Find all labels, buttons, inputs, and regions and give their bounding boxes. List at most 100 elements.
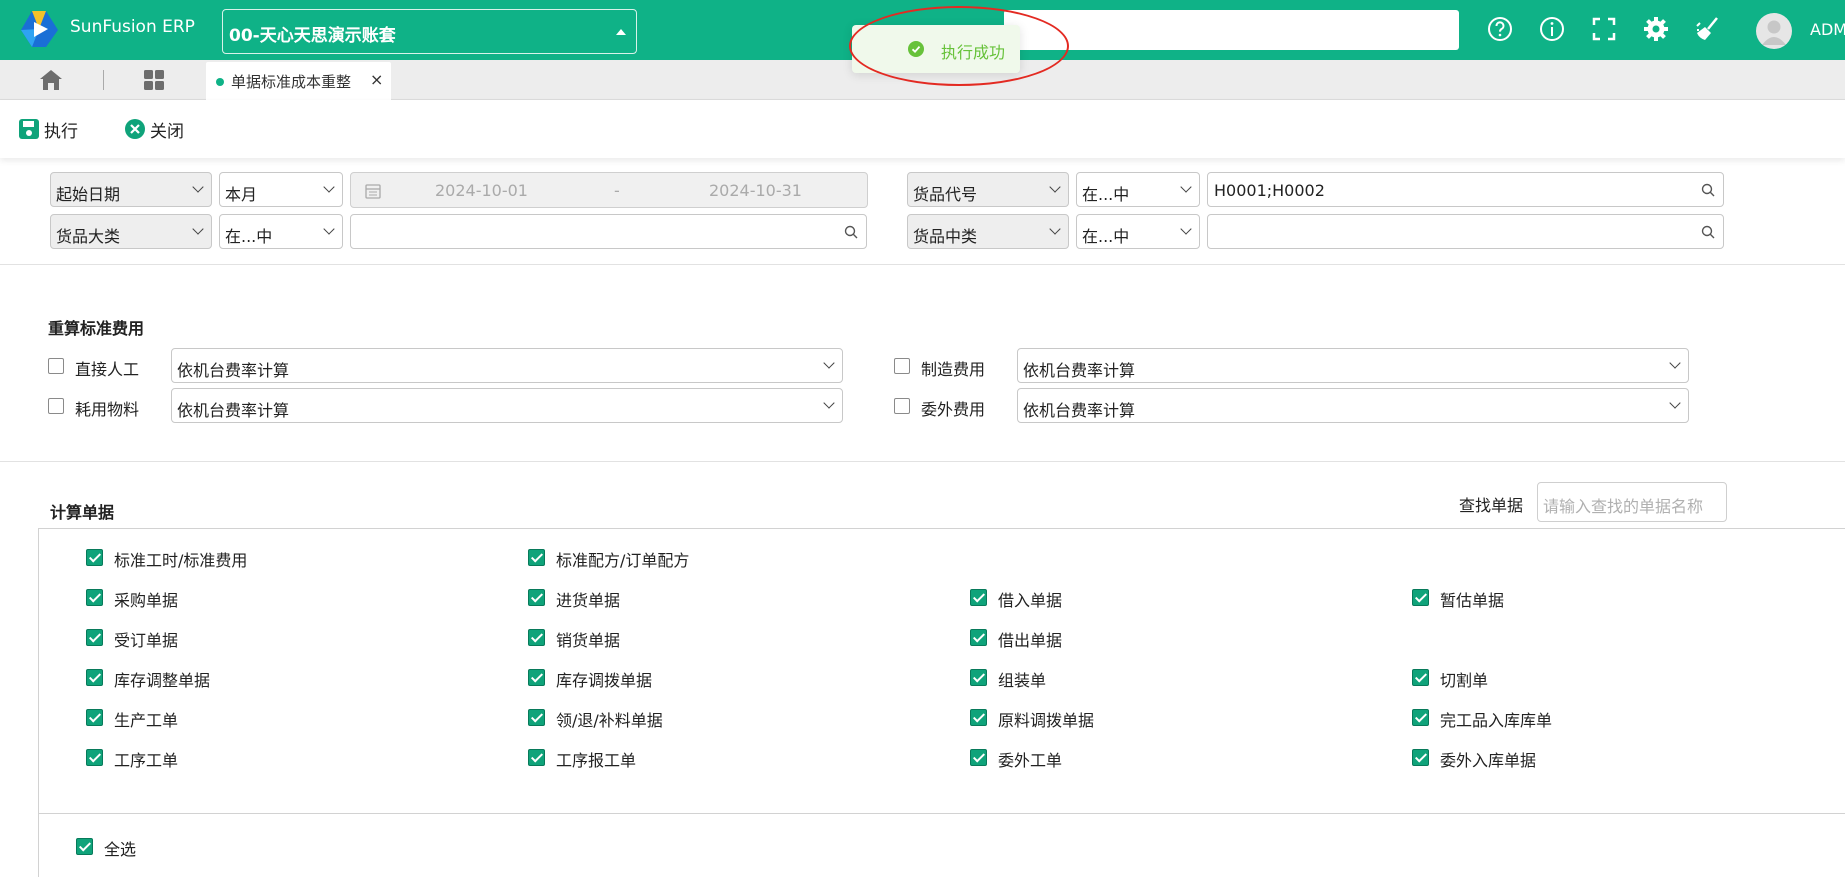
fullscreen-icon[interactable] — [1589, 14, 1619, 44]
close-tab-icon[interactable]: × — [370, 70, 383, 89]
field-select-product-category[interactable]: 货品大类 — [50, 214, 212, 249]
doc-label: 采购单据 — [114, 591, 179, 610]
checkbox-outsourcing-cost[interactable] — [894, 398, 910, 414]
checkbox-doc[interactable] — [528, 549, 545, 566]
settings-icon[interactable] — [1641, 14, 1671, 44]
find-documents-label: 查找单据 — [1459, 496, 1524, 515]
doc-label: 标准工时/标准费用 — [114, 551, 248, 570]
search-icon[interactable] — [1701, 225, 1715, 239]
method-select-value: 依机台费率计算 — [177, 361, 290, 380]
chevron-down-icon — [1049, 181, 1061, 193]
product-subcategory-input[interactable] — [1207, 214, 1724, 249]
chevron-down-icon — [323, 223, 335, 235]
field-select-product-subcategory[interactable]: 货品中类 — [907, 214, 1069, 249]
checkbox-doc[interactable] — [970, 669, 987, 686]
checkbox-consumables[interactable] — [48, 398, 64, 414]
checkbox-doc[interactable] — [528, 749, 545, 766]
product-category-input[interactable] — [350, 214, 867, 249]
close-circle-icon — [125, 119, 145, 139]
field-select-product-code[interactable]: 货品代号 — [907, 172, 1069, 207]
operator-select-value: 本月 — [225, 185, 258, 204]
account-selector[interactable]: 00-天心天思演示账套 — [222, 9, 637, 54]
outsourcing-cost-method-select[interactable]: 依机台费率计算 — [1017, 388, 1689, 423]
execute-button[interactable]: 执行 — [18, 117, 88, 142]
checkbox-doc[interactable] — [86, 749, 103, 766]
date-range-picker[interactable]: 2024-10-01 - 2024-10-31 — [350, 172, 868, 208]
checkbox-doc[interactable] — [970, 589, 987, 606]
close-label: 关闭 — [150, 122, 184, 142]
checkbox-doc[interactable] — [1412, 749, 1429, 766]
doc-label: 领/退/补料单据 — [556, 711, 663, 730]
checkbox-doc[interactable] — [1412, 589, 1429, 606]
calendar-icon — [365, 184, 381, 199]
method-select-value: 依机台费率计算 — [177, 401, 290, 420]
checkbox-doc[interactable] — [970, 709, 987, 726]
search-icon[interactable] — [844, 225, 858, 239]
help-icon[interactable] — [1485, 14, 1515, 44]
consumables-method-select[interactable]: 依机台费率计算 — [171, 388, 843, 423]
info-icon[interactable] — [1537, 14, 1567, 44]
checkbox-doc[interactable] — [86, 549, 103, 566]
direct-labor-method-select[interactable]: 依机台费率计算 — [171, 348, 843, 383]
checkbox-doc[interactable] — [1412, 669, 1429, 686]
checkbox-doc[interactable] — [528, 629, 545, 646]
recalc-section-title: 重算标准费用 — [48, 319, 145, 338]
avatar[interactable] — [1756, 13, 1792, 49]
checkbox-doc[interactable] — [86, 709, 103, 726]
checkbox-doc[interactable] — [1412, 709, 1429, 726]
checkbox-doc[interactable] — [86, 589, 103, 606]
field-select-value: 起始日期 — [56, 185, 121, 204]
tab-divider — [103, 70, 104, 90]
operator-select-date[interactable]: 本月 — [219, 172, 343, 207]
consumables-label: 耗用物料 — [75, 400, 140, 419]
doc-label: 委外入库单据 — [1440, 751, 1537, 770]
operator-select-product-category[interactable]: 在...中 — [219, 214, 343, 249]
doc-label: 暂估单据 — [1440, 591, 1505, 610]
divider — [0, 461, 1845, 462]
product-code-input[interactable]: H0001;H0002 — [1207, 172, 1724, 207]
checkbox-doc[interactable] — [970, 629, 987, 646]
logo-icon — [21, 11, 58, 47]
checkbox-doc[interactable] — [528, 589, 545, 606]
checkbox-doc[interactable] — [970, 749, 987, 766]
doc-label: 委外工单 — [998, 751, 1063, 770]
documents-section-title: 计算单据 — [50, 503, 115, 522]
checkbox-manufacturing-cost[interactable] — [894, 358, 910, 374]
search-icon[interactable] — [1701, 183, 1715, 197]
grid-icon[interactable] — [143, 69, 165, 91]
tab-cost-rebuild[interactable]: 单据标准成本重整 × — [206, 62, 391, 100]
method-select-value: 依机台费率计算 — [1023, 361, 1136, 380]
checkbox-doc[interactable] — [528, 669, 545, 686]
operator-select-value: 在...中 — [1082, 227, 1130, 246]
chevron-down-icon — [192, 181, 204, 193]
checkbox-doc[interactable] — [86, 669, 103, 686]
username[interactable]: ADM — [1810, 20, 1845, 39]
operator-select-product-code[interactable]: 在...中 — [1076, 172, 1200, 207]
close-button[interactable]: 关闭 — [124, 117, 194, 142]
chevron-down-icon — [1049, 223, 1061, 235]
doc-label: 借出单据 — [998, 631, 1063, 650]
checkbox-doc[interactable] — [86, 629, 103, 646]
brand-name: SunFusion ERP — [70, 17, 195, 37]
doc-label: 组装单 — [998, 671, 1047, 690]
method-select-value: 依机台费率计算 — [1023, 401, 1136, 420]
doc-label: 切割单 — [1440, 671, 1489, 690]
field-select-value: 货品代号 — [913, 185, 978, 204]
date-from[interactable]: 2024-10-01 — [435, 181, 528, 200]
home-icon[interactable] — [38, 68, 64, 92]
checkbox-doc[interactable] — [528, 709, 545, 726]
global-search-input[interactable] — [1004, 10, 1459, 50]
date-to[interactable]: 2024-10-31 — [709, 181, 802, 200]
manufacturing-cost-method-select[interactable]: 依机台费率计算 — [1017, 348, 1689, 383]
chevron-down-icon — [1180, 181, 1192, 193]
active-dot-icon — [216, 78, 224, 86]
select-all-label: 全选 — [104, 840, 137, 859]
find-documents-input[interactable]: 请输入查找的单据名称 — [1537, 482, 1727, 522]
tab-label: 单据标准成本重整 — [231, 73, 352, 91]
broom-icon[interactable] — [1693, 14, 1723, 44]
operator-select-product-subcategory[interactable]: 在...中 — [1076, 214, 1200, 249]
checkbox-select-all[interactable] — [76, 838, 93, 855]
doc-label: 生产工单 — [114, 711, 179, 730]
field-select-start-date[interactable]: 起始日期 — [50, 172, 212, 207]
checkbox-direct-labor[interactable] — [48, 358, 64, 374]
